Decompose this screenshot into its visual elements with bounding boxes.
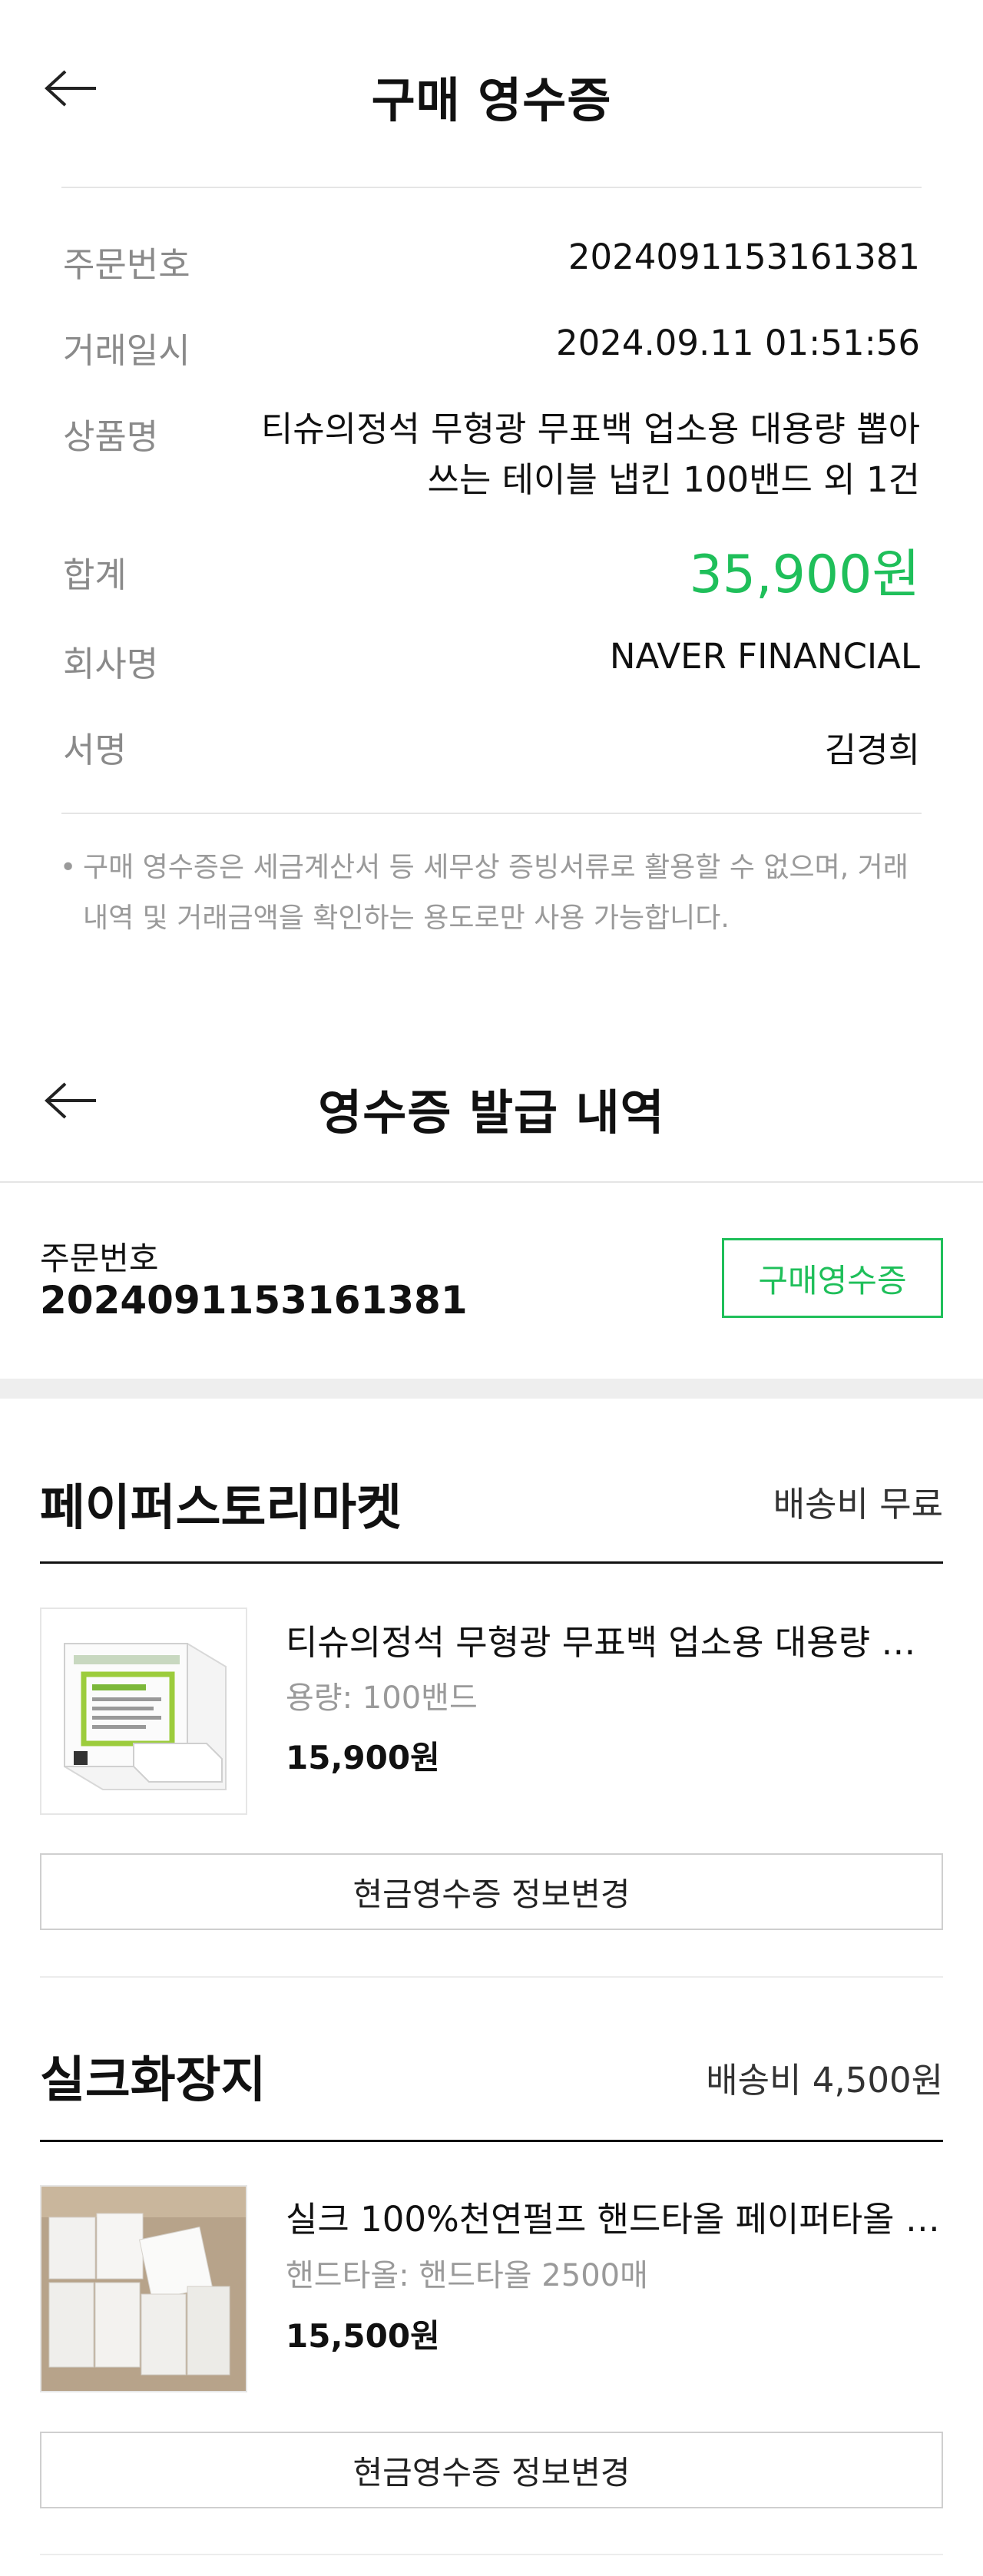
product-thumbnail-napkin[interactable] <box>40 1608 247 1815</box>
history-header-divider <box>0 1181 983 1183</box>
item-option: 핸드타올: 핸드타올 2500매 <box>286 2258 648 2293</box>
info-divider <box>61 813 922 814</box>
transaction-date-value: 2024.09.11 01:51:56 <box>555 323 920 363</box>
item-price: 15,900원 <box>286 1739 440 1776</box>
item-name[interactable]: 실크 100%천연펄프 핸드타올 페이퍼타올 핸드타올 <box>286 2191 943 2241</box>
history-title: 영수증 발급 내역 <box>318 1084 665 1141</box>
company-label: 회사명 <box>63 644 159 684</box>
purchase-receipt-button[interactable]: 구매영수증 <box>722 1238 943 1318</box>
transaction-date-label: 거래일시 <box>63 330 190 371</box>
receipt-notice: • 구매 영수증은 세금계산서 등 세무상 증빙서류로 활용할 수 없으며, 거… <box>60 843 928 944</box>
store-separator <box>40 1976 943 1978</box>
signature-value: 김경희 <box>824 730 920 770</box>
shipping-fee: 배송비 4,500원 <box>706 2060 943 2101</box>
signature-label: 서명 <box>63 730 127 770</box>
bullet-icon: • <box>60 852 77 883</box>
cash-receipt-change-button[interactable]: 현금영수증 정보변경 <box>40 1853 943 1930</box>
order-number-value: 2024091153161381 <box>568 237 920 277</box>
header-divider <box>61 187 922 188</box>
store-divider <box>40 2140 943 2142</box>
notice-text: 구매 영수증은 세금계산서 등 세무상 증빙서류로 활용할 수 없으며, 거래 … <box>83 852 909 934</box>
history-order-number: 2024091153161381 <box>40 1278 468 1323</box>
item-option: 용량: 100밴드 <box>286 1680 478 1716</box>
store-separator <box>40 2554 943 2555</box>
order-number-label: 주문번호 <box>63 244 190 285</box>
page-title: 구매 영수증 <box>371 72 612 128</box>
section-separator <box>0 1379 983 1399</box>
cash-receipt-change-button[interactable]: 현금영수증 정보변경 <box>40 2432 943 2508</box>
history-order-label: 주문번호 <box>40 1240 159 1277</box>
store-divider <box>40 1561 943 1564</box>
product-name-value: 티슈의정석 무형광 무표백 업소용 대용량 뽑아쓰는 테이블 냅킨 100밴드 … <box>260 409 920 500</box>
item-name[interactable]: 티슈의정석 무형광 무표백 업소용 대용량 뽑아쓰는 테이블 냅킨 100밴드 <box>286 1614 943 1664</box>
company-value: NAVER FINANCIAL <box>609 636 920 677</box>
item-price: 15,500원 <box>286 2317 440 2355</box>
product-name-label: 상품명 <box>63 416 159 457</box>
total-label: 합계 <box>63 555 127 595</box>
store-name: 페이퍼스토리마켓 <box>40 1480 402 1537</box>
product-thumbnail-towel[interactable] <box>40 2185 247 2392</box>
total-amount-value: 35,900원 <box>689 545 921 605</box>
shipping-fee: 배송비 무료 <box>773 1484 943 1525</box>
store-name: 실크화장지 <box>40 2052 266 2109</box>
